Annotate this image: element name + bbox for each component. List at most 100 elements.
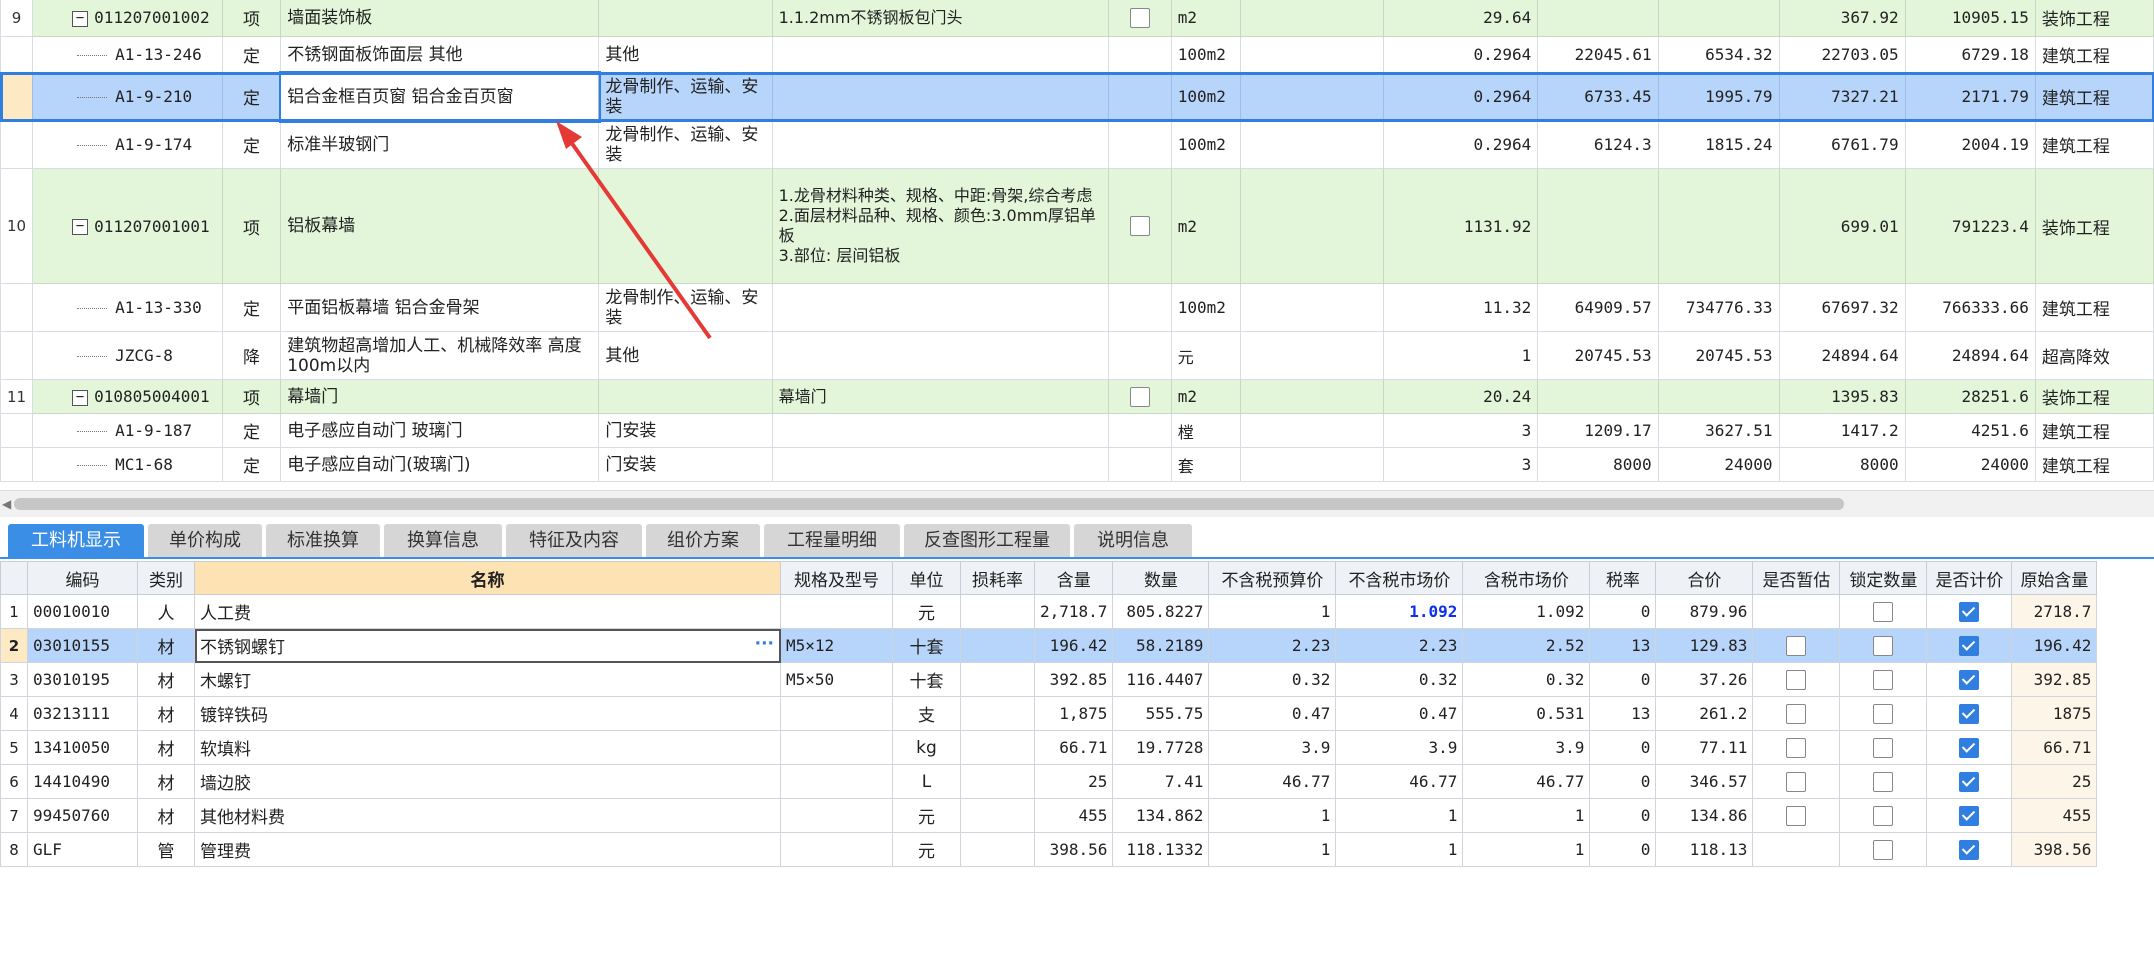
market-price-ex-tax[interactable]: 46.77 — [1335, 764, 1464, 799]
resource-content[interactable]: 2,718.7 — [1033, 594, 1114, 629]
tab-pricing-scheme[interactable]: 组价方案 — [646, 524, 760, 557]
resource-code[interactable]: 03010155 — [27, 628, 138, 663]
resource-name[interactable]: 管理费 — [194, 832, 781, 867]
item-code-cell[interactable]: −010805004001 — [32, 379, 223, 414]
tab-standard-conversion[interactable]: 标准换算 — [266, 524, 380, 557]
item-name[interactable]: 标准半玻钢门 — [280, 120, 600, 169]
resource-row[interactable]: 7 99450760 材其他材料费元 455 134.862 1 1 1 0 134.86 455 — [0, 798, 2098, 833]
collapse-icon[interactable]: − — [72, 10, 89, 27]
lock-quantity-cell[interactable] — [1839, 798, 1928, 833]
header-content[interactable]: 含量 — [1033, 561, 1114, 595]
collapse-icon[interactable]: − — [72, 219, 89, 235]
item-feature[interactable] — [771, 331, 1110, 380]
item-feature[interactable] — [771, 413, 1110, 448]
tax-rate[interactable]: 0 — [1589, 594, 1657, 629]
item-name[interactable]: 墙面装饰板 — [280, 0, 600, 37]
quota-row[interactable]: MC1-68 定电子感应自动门(玻璃门) 门安装套 3 8000 24000 8000 240… — [0, 447, 2154, 482]
header-code[interactable]: 编码 — [27, 561, 138, 595]
header-lock-quantity[interactable]: 锁定数量 — [1839, 561, 1928, 595]
resource-code[interactable]: 99450760 — [27, 798, 138, 833]
major-type[interactable]: 建筑工程 — [2034, 120, 2154, 169]
item-quantity[interactable]: 0.2964 — [1383, 36, 1539, 73]
resource-name[interactable]: 其他材料费 — [194, 798, 781, 833]
bill-row[interactable]: 9−011207001002 项墙面装饰板 1.1.2mm不锈钢板包门头 m2 29.6… — [0, 0, 2154, 37]
resource-row[interactable]: 3 03010195 材木螺钉 M5×50 十套 392.85 116.4407 0.32 0.… — [0, 662, 2098, 697]
work-content[interactable] — [598, 0, 773, 37]
lock-quantity-checkbox[interactable] — [1873, 635, 1894, 656]
priced-cell[interactable] — [1926, 662, 2013, 697]
item-name[interactable]: 平面铝板幕墙 铝合金骨架 — [280, 283, 600, 332]
tab-quantity-details[interactable]: 工程量明细 — [764, 524, 900, 557]
provisional-checkbox[interactable] — [1786, 805, 1807, 826]
lock-quantity-checkbox[interactable] — [1873, 703, 1894, 724]
item-feature[interactable] — [771, 120, 1110, 169]
quota-row[interactable]: A1-13-330 定平面铝板幕墙 铝合金骨架 龙骨制作、运输、安装 100m2 11.… — [0, 283, 2154, 332]
tab-unit-price-composition[interactable]: 单价构成 — [148, 524, 262, 557]
priced-cell[interactable] — [1926, 798, 2013, 833]
resource-name[interactable]: 墙边胶 — [194, 764, 781, 799]
item-feature[interactable] — [771, 447, 1110, 482]
quantity-expression[interactable] — [1240, 413, 1385, 448]
lock-quantity-checkbox[interactable] — [1873, 601, 1894, 622]
priced-checkbox[interactable] — [1959, 771, 1980, 792]
resource-quantity[interactable]: 58.2189 — [1112, 628, 1210, 663]
header-spec[interactable]: 规格及型号 — [780, 561, 893, 595]
header-loss-rate[interactable]: 损耗率 — [960, 561, 1035, 595]
item-feature[interactable] — [771, 72, 1110, 121]
major-type[interactable]: 建筑工程 — [2034, 72, 2154, 121]
priced-checkbox[interactable] — [1959, 737, 1980, 758]
resource-code[interactable]: 03010195 — [27, 662, 138, 697]
item-quantity[interactable]: 0.2964 — [1383, 120, 1539, 169]
lock-quantity-checkbox[interactable] — [1873, 669, 1894, 690]
resource-spec[interactable]: M5×12 — [780, 628, 893, 663]
loss-rate[interactable] — [960, 628, 1035, 663]
quota-row[interactable]: A1-9-174 定标准半玻钢门 龙骨制作、运输、安装 100m2 0.2964 6124… — [0, 120, 2154, 169]
horizontal-scrollbar[interactable]: ◀ — [0, 490, 2154, 517]
tax-rate[interactable]: 0 — [1589, 764, 1657, 799]
resource-name[interactable]: 不锈钢螺钉 ··· — [194, 628, 781, 663]
header-market-price-ex-tax[interactable]: 不含税市场价 — [1335, 561, 1464, 595]
resource-row[interactable]: 4 03213111 材镀锌铁码支 1,875 555.75 0.47 0.47 0.531 1… — [0, 696, 2098, 731]
resource-code[interactable]: GLF — [27, 832, 138, 867]
market-price-inc-tax[interactable]: 1 — [1462, 832, 1591, 867]
priced-checkbox[interactable] — [1959, 601, 1980, 622]
item-code-cell[interactable]: −011207001001 — [32, 168, 223, 284]
item-feature[interactable] — [771, 283, 1110, 332]
tax-rate[interactable]: 0 — [1589, 730, 1657, 765]
resource-quantity[interactable]: 19.7728 — [1112, 730, 1210, 765]
item-checkbox-cell[interactable] — [1108, 120, 1172, 169]
resource-content[interactable]: 196.42 — [1033, 628, 1114, 663]
item-feature[interactable]: 1.龙骨材料种类、规格、中距:骨架,综合考虑 2.面层材料品种、规格、颜色:3.… — [771, 168, 1110, 284]
work-content[interactable]: 龙骨制作、运输、安装 — [598, 72, 773, 121]
item-code-cell[interactable]: −011207001002 — [32, 0, 223, 37]
item-name[interactable]: 电子感应自动门(玻璃门) — [280, 447, 600, 482]
priced-checkbox[interactable] — [1959, 703, 1980, 724]
provisional-checkbox[interactable] — [1786, 703, 1807, 724]
resource-name[interactable]: 人工费 — [194, 594, 781, 629]
item-quantity[interactable]: 3 — [1383, 413, 1539, 448]
resource-row[interactable]: 8 GLF 管管理费元 398.56 118.1332 1 1 1 0 118.13 398.56 — [0, 832, 2098, 867]
item-quantity[interactable]: 11.32 — [1383, 283, 1539, 332]
tax-rate[interactable]: 0 — [1589, 798, 1657, 833]
resource-spec[interactable] — [780, 730, 893, 765]
resource-quantity[interactable]: 7.41 — [1112, 764, 1210, 799]
tax-rate[interactable]: 13 — [1589, 696, 1657, 731]
resource-spec[interactable] — [780, 696, 893, 731]
tab-conversion-info[interactable]: 换算信息 — [384, 524, 502, 557]
priced-checkbox[interactable] — [1959, 635, 1980, 656]
item-feature[interactable]: 幕墙门 — [771, 379, 1110, 414]
header-quantity[interactable]: 数量 — [1112, 561, 1210, 595]
tab-labor-material-machine[interactable]: 工料机显示 — [8, 524, 144, 557]
resource-row[interactable]: 2 03010155 材不锈钢螺钉 ··· M5×12 十套 196.42 58.2189 2.… — [0, 628, 2098, 663]
major-type[interactable]: 装饰工程 — [2034, 168, 2154, 284]
header-tax-rate[interactable]: 税率 — [1589, 561, 1657, 595]
item-code-cell[interactable]: A1-13-330 — [32, 283, 223, 332]
item-quantity[interactable]: 29.64 — [1383, 0, 1539, 37]
market-price-inc-tax[interactable]: 2.52 — [1462, 628, 1591, 663]
lock-quantity-cell[interactable] — [1839, 696, 1928, 731]
tab-reverse-graphic-quantity[interactable]: 反查图形工程量 — [904, 524, 1070, 557]
quantity-expression[interactable] — [1240, 72, 1385, 121]
quota-row[interactable]: A1-9-210 定铝合金框百页窗 铝合金百页窗 龙骨制作、运输、安装 100m2 0.… — [0, 70, 2154, 123]
loss-rate[interactable] — [960, 798, 1035, 833]
lock-quantity-checkbox[interactable] — [1873, 737, 1894, 758]
